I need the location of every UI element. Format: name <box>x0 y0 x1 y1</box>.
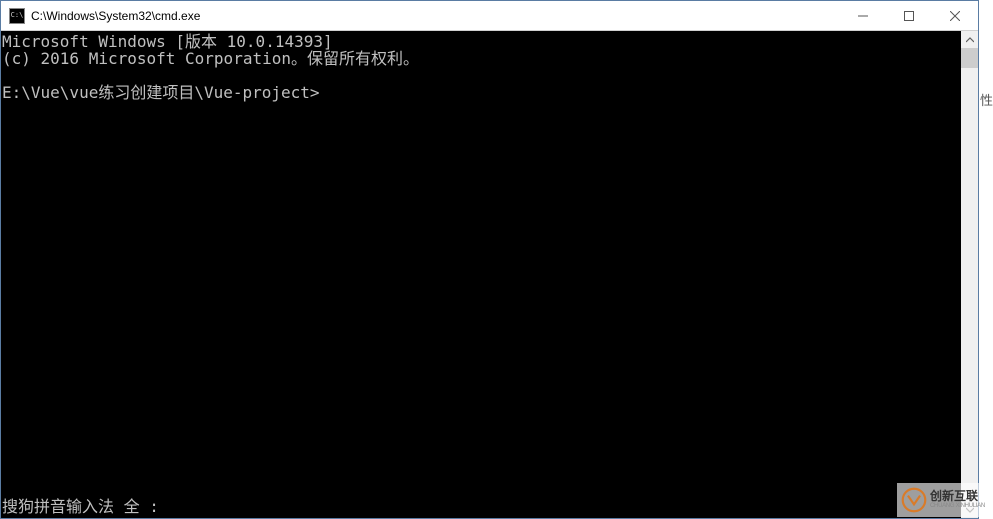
scrollbar-track[interactable] <box>961 48 978 501</box>
app-icon-text: C:\ <box>11 12 24 19</box>
close-icon <box>950 11 960 21</box>
vertical-scrollbar[interactable] <box>961 31 978 518</box>
chevron-up-icon <box>966 36 974 44</box>
close-button[interactable] <box>932 1 978 30</box>
minimize-button[interactable] <box>840 1 886 30</box>
titlebar[interactable]: C:\ C:\Windows\System32\cmd.exe <box>1 1 978 31</box>
minimize-icon <box>858 11 868 21</box>
console-line: (c) 2016 Microsoft Corporation。保留所有权利。 <box>2 49 419 68</box>
watermark-text: 创新互联 CHUANG XINHULIAN <box>930 490 985 510</box>
watermark: 创新互联 CHUANG XINHULIAN <box>897 483 991 517</box>
console-output[interactable]: Microsoft Windows [版本 10.0.14393] (c) 20… <box>1 31 961 518</box>
scrollbar-thumb[interactable] <box>961 48 978 68</box>
watermark-sub: CHUANG XINHULIAN <box>930 503 985 510</box>
window-title: C:\Windows\System32\cmd.exe <box>31 9 840 23</box>
ime-status: 搜狗拼音输入法 全 : <box>2 498 159 515</box>
console-area: Microsoft Windows [版本 10.0.14393] (c) 20… <box>1 31 978 518</box>
maximize-button[interactable] <box>886 1 932 30</box>
page-fragment-text: 性 <box>980 90 993 109</box>
maximize-icon <box>904 11 914 21</box>
watermark-main: 创新互联 <box>930 490 985 503</box>
console-prompt: E:\Vue\vue练习创建项目\Vue-project> <box>2 83 320 102</box>
watermark-logo-icon <box>901 487 927 513</box>
app-icon: C:\ <box>9 8 25 24</box>
scroll-up-button[interactable] <box>961 31 978 48</box>
cmd-window: C:\ C:\Windows\System32\cmd.exe Microsof… <box>0 0 979 519</box>
window-controls <box>840 1 978 30</box>
